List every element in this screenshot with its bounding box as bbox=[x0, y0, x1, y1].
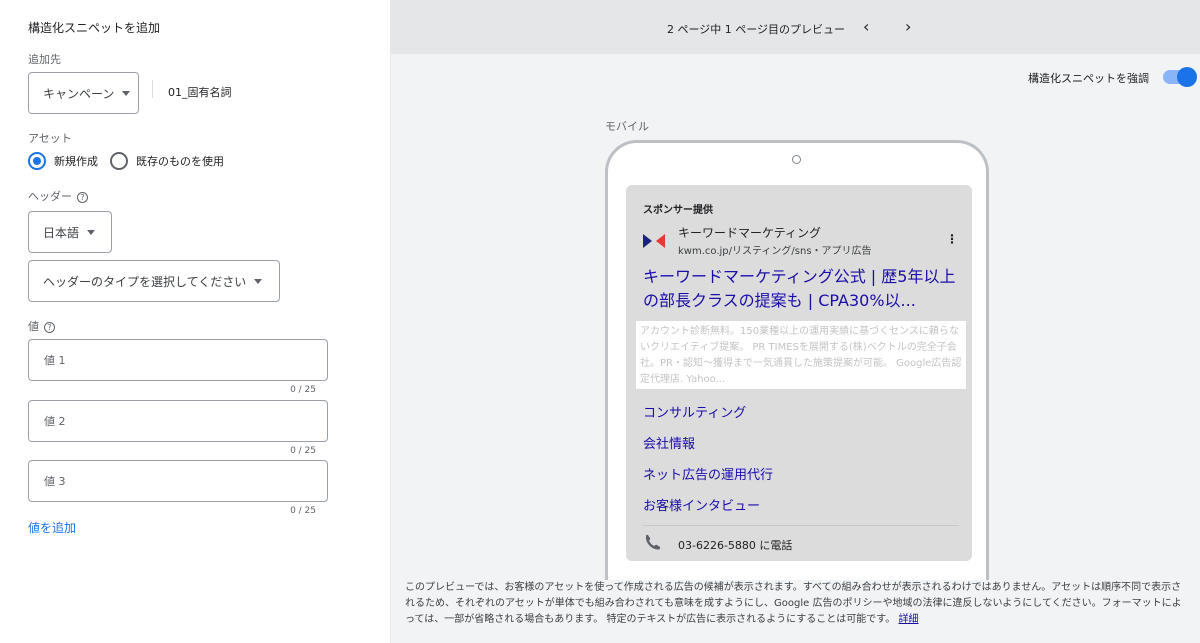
destination-dropdown-value: キャンペーン bbox=[43, 86, 115, 101]
value-input-2[interactable]: 値 2 bbox=[28, 400, 328, 442]
snippet-item[interactable]: 会社情報 bbox=[643, 433, 695, 452]
sponsored-label: スポンサー提供 bbox=[643, 205, 713, 216]
disclaimer-text: このプレビューでは、お客様のアセットを使って作成される広告の候補が表示されます。… bbox=[405, 582, 1182, 625]
display-url: kwm.co.jp/リスティング/sns・アプリ広告 bbox=[678, 246, 872, 257]
more-vert-icon[interactable]: ⋮ bbox=[946, 232, 958, 246]
value-input-1[interactable]: 値 1 bbox=[28, 339, 328, 381]
phone-icon bbox=[645, 534, 661, 550]
value-label-row: 値? bbox=[28, 318, 55, 334]
header-type-placeholder: ヘッダーのタイプを選択してください bbox=[43, 274, 247, 289]
preview-disclaimer: このプレビューでは、お客様のアセットを使って作成される広告の候補が表示されます。… bbox=[405, 580, 1191, 628]
language-dropdown[interactable]: 日本語 bbox=[28, 211, 112, 253]
chevron-right-icon[interactable]: › bbox=[905, 17, 911, 36]
campaign-name: 01_固有名詞 bbox=[168, 86, 232, 99]
advertiser-logo-icon bbox=[643, 234, 665, 248]
snippet-item[interactable]: コンサルティング bbox=[643, 402, 746, 421]
highlight-snippet-label: 構造化スニペットを強調 bbox=[1028, 72, 1149, 85]
help-icon[interactable]: ? bbox=[44, 321, 55, 333]
divider bbox=[152, 80, 153, 98]
mobile-label: モバイル bbox=[605, 120, 649, 133]
destination-label: 追加先 bbox=[28, 53, 61, 66]
dropdown-caret-icon bbox=[122, 90, 131, 96]
highlight-snippet-toggle[interactable] bbox=[1163, 67, 1197, 87]
snippet-item[interactable]: ネット広告の運用代行 bbox=[643, 464, 773, 483]
camera-icon bbox=[792, 155, 801, 164]
details-link[interactable]: 詳細 bbox=[898, 614, 918, 625]
value-counter-2: 0 / 25 bbox=[290, 446, 316, 456]
ad-headline[interactable]: キーワードマーケティング公式 | 歴5年以上の部長クラスの提案も | CPA30… bbox=[643, 265, 961, 313]
radio-new-label: 新規作成 bbox=[54, 155, 98, 168]
dropdown-caret-icon bbox=[254, 278, 263, 284]
header-type-dropdown[interactable]: ヘッダーのタイプを選択してください bbox=[28, 260, 280, 302]
value-label: 値 bbox=[28, 320, 39, 333]
panel-title: 構造化スニペットを追加 bbox=[28, 21, 161, 35]
add-value-link[interactable]: 値を追加 bbox=[28, 519, 76, 536]
preview-page-indicator: 2 ページ中 1 ページ目のプレビュー bbox=[667, 23, 846, 36]
help-icon[interactable]: ? bbox=[77, 191, 88, 203]
phone-frame: スポンサー提供 キーワードマーケティング kwm.co.jp/リスティング/sn… bbox=[605, 140, 989, 580]
asset-label: アセット bbox=[28, 132, 72, 145]
call-text[interactable]: 03-6226-5880 に電話 bbox=[678, 537, 792, 553]
radio-existing[interactable] bbox=[110, 152, 128, 170]
value-input-3[interactable]: 値 3 bbox=[28, 460, 328, 502]
advertiser-name: キーワードマーケティング bbox=[678, 226, 822, 240]
divider bbox=[643, 525, 959, 526]
language-value: 日本語 bbox=[43, 225, 80, 240]
preview-panel: 2 ページ中 1 ページ目のプレビュー ‹ › 構造化スニペットを強調 モバイル… bbox=[391, 0, 1200, 643]
header-label-row: ヘッダー? bbox=[28, 188, 88, 204]
chevron-left-icon[interactable]: ‹ bbox=[863, 17, 869, 36]
value-counter-3: 0 / 25 bbox=[290, 506, 316, 516]
left-panel: 構造化スニペットを追加 追加先 キャンペーン 01_固有名詞 アセット 新規作成… bbox=[0, 0, 390, 643]
radio-new[interactable] bbox=[28, 152, 46, 170]
asset-radio-group: 新規作成 既存のものを使用 bbox=[28, 152, 224, 170]
snippet-item[interactable]: お客様インタビュー bbox=[643, 495, 760, 514]
radio-existing-label: 既存のものを使用 bbox=[136, 155, 224, 168]
preview-toolbar: 2 ページ中 1 ページ目のプレビュー ‹ › bbox=[391, 0, 1200, 54]
destination-dropdown[interactable]: キャンペーン bbox=[28, 72, 139, 114]
header-label: ヘッダー bbox=[28, 190, 72, 203]
dropdown-caret-icon bbox=[87, 229, 96, 235]
ad-description: アカウント診断無料。150業種以上の運用実績に基づくセンスに頼らないクリエイティ… bbox=[636, 321, 966, 389]
value-counter-1: 0 / 25 bbox=[290, 385, 316, 395]
ad-card: スポンサー提供 キーワードマーケティング kwm.co.jp/リスティング/sn… bbox=[626, 185, 972, 561]
